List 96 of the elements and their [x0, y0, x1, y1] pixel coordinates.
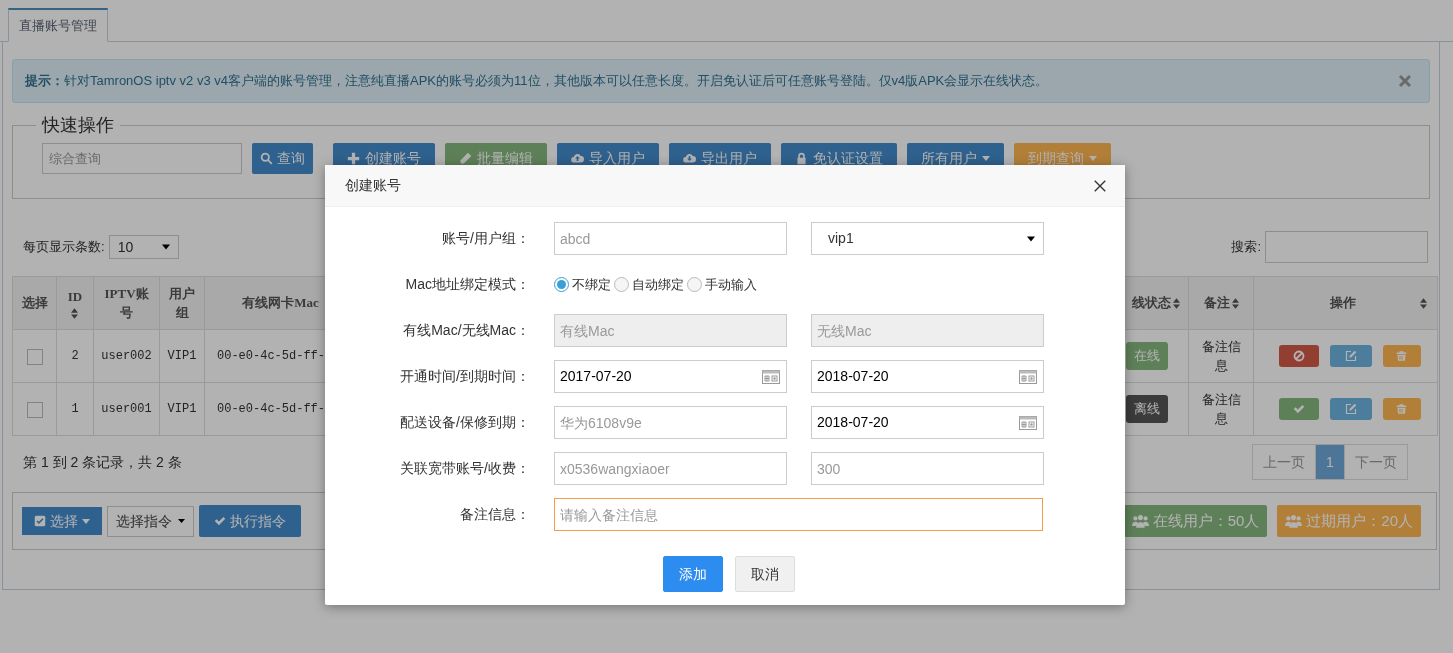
field-label: 账号/用户组： [441, 229, 530, 248]
page-button[interactable]: 上一页 [1252, 444, 1316, 480]
enable-button[interactable] [1278, 398, 1319, 420]
radio-label: 自动绑定 [632, 275, 684, 294]
check-icon [214, 515, 226, 527]
radio-label: 手动输入 [705, 275, 757, 294]
field-label: 备注信息： [459, 505, 530, 524]
input-field[interactable]: 300 [811, 452, 1044, 485]
record-summary: 第 1 到 2 条记录，共 2 条 [23, 452, 182, 472]
delete-button[interactable] [1382, 345, 1421, 367]
radio-button[interactable] [614, 277, 629, 292]
checkbox-icon [34, 515, 46, 527]
calendar-icon [1019, 415, 1037, 430]
table-cell: 备注信息 [1201, 391, 1241, 426]
column-header: 线状态 [1132, 294, 1171, 313]
table-cell: 2 [71, 349, 79, 363]
column-header: IPTV账号 [103, 284, 150, 322]
table-cell: user002 [101, 349, 152, 363]
caret-icon [178, 518, 185, 524]
table-cell: 00-e0-4c-5d-ff- [217, 402, 326, 416]
users-icon [1131, 514, 1149, 528]
close-button[interactable] [1093, 178, 1107, 193]
column-header: 备注 [1203, 294, 1230, 313]
close-icon [1397, 73, 1413, 89]
disable-button[interactable] [1278, 345, 1319, 367]
calendar-icon [1019, 369, 1037, 384]
page-button[interactable]: 下一页 [1344, 444, 1408, 480]
search-field[interactable] [1265, 231, 1428, 263]
page-button[interactable]: 1 [1315, 444, 1345, 480]
table-cell: 备注信息 [1201, 338, 1241, 373]
column-header: 操作 [1330, 294, 1356, 313]
date-field[interactable]: 2018-07-20 [811, 406, 1044, 439]
input-field[interactable]: abcd [554, 222, 787, 255]
search-icon [260, 152, 273, 165]
table-cell: VIP1 [167, 402, 197, 416]
users-icon [1285, 514, 1303, 528]
column-header: 有线网卡Mac [242, 294, 319, 313]
ban-icon [1292, 350, 1305, 362]
column-header: 用户组 [168, 284, 196, 322]
stat-button[interactable]: 过期用户：20人 [1277, 505, 1421, 537]
cancel-button[interactable]: 取消 [735, 556, 795, 592]
input-field[interactable]: x0536wangxiaoer [554, 452, 787, 485]
close-icon [1093, 178, 1107, 193]
edit-button[interactable] [1329, 345, 1372, 367]
trash-icon [1396, 350, 1407, 362]
check-icon [1292, 403, 1305, 415]
page-size-select[interactable]: 10 [108, 235, 179, 259]
caret-icon [82, 518, 90, 524]
stat-button[interactable]: 在线用户：50人 [1123, 505, 1268, 537]
caret-icon [1089, 156, 1097, 161]
input-field[interactable]: 华为6108v9e [554, 406, 787, 439]
cloud-download-icon [683, 152, 696, 165]
field-label: 有线Mac/无线Mac： [402, 321, 530, 340]
table-cell: user001 [101, 402, 152, 416]
status-badge: 在线 [1126, 342, 1168, 370]
field-label: 开通时间/到期时间： [399, 367, 530, 386]
trash-icon [1396, 403, 1407, 415]
search-label: 搜索: [1231, 238, 1261, 257]
delete-button[interactable] [1382, 398, 1421, 420]
date-field[interactable]: 2018-07-20 [811, 360, 1044, 393]
calendar-icon [762, 369, 780, 384]
field-label: 关联宽带账号/收费： [399, 459, 530, 478]
search-button[interactable]: 查询 [252, 143, 313, 174]
edit-icon [1344, 403, 1357, 415]
radio-button[interactable] [687, 277, 702, 292]
caret-icon [1027, 235, 1035, 242]
edit-icon [1344, 350, 1357, 362]
caret-icon [982, 156, 990, 161]
dialog-title: 创建账号 [345, 176, 401, 195]
add-button[interactable]: 添加 [663, 556, 723, 592]
page-size-label: 每页显示条数: [23, 238, 105, 257]
checkbox[interactable] [26, 401, 43, 418]
execute-button[interactable]: 执行指令 [199, 505, 301, 537]
status-badge: 离线 [1126, 395, 1168, 423]
cloud-upload-icon [571, 152, 584, 165]
field-label: Mac地址绑定模式： [404, 275, 530, 294]
radio-label: 不绑定 [572, 275, 611, 294]
alert-text: 提示：针对TamronOS iptv v2 v3 v4客户端的账号管理，注意纯直播APK的账号必须为11位，其他版本可以任意长度。开启免认证后可任意账号登陆。仅v4版APK会显示在线状态。 [25, 72, 1049, 91]
column-header: ID [67, 287, 83, 306]
command-select[interactable]: 选择指令 [107, 505, 194, 537]
table-cell: 00-e0-4c-5d-ff- [217, 349, 326, 363]
radio-button[interactable] [554, 277, 569, 292]
table-cell: 1 [71, 402, 79, 416]
group-select[interactable]: vip1 [811, 222, 1044, 255]
search-field[interactable]: 综合查询 [42, 143, 242, 174]
checkbox[interactable] [26, 348, 43, 365]
field-label: 配送设备/保修到期： [399, 413, 530, 432]
select-button[interactable]: 选择 [22, 507, 102, 535]
edit-button[interactable] [1329, 398, 1372, 420]
column-header: 选择 [21, 294, 48, 313]
table-cell: VIP1 [167, 349, 197, 363]
date-field[interactable]: 2017-07-20 [554, 360, 787, 393]
tab[interactable]: 直播账号管理 [8, 8, 108, 42]
input-field[interactable]: 请输入备注信息 [554, 498, 1043, 531]
section-title: 快速操作 [40, 114, 115, 137]
caret-icon [161, 244, 170, 250]
